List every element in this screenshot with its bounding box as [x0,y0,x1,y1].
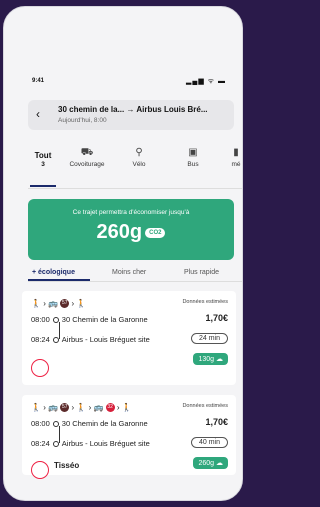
metro-icon: ▮ [233,147,239,158]
route-title: 30 chemin de la... → Airbus Louis Bré... [58,105,208,114]
departure-place: 30 Chemin de la Garonne [61,315,148,324]
line-badge-57: 57 [60,299,70,309]
tab-carpool-label: Covoiturage [69,161,105,168]
status-bar: 9:41 ▂▄▆ ᯤ ▬ [4,75,242,89]
tab-carpool[interactable]: ⛟ Covoiturage [64,147,110,168]
tab-bike-label: Vélo [132,161,146,168]
departure-dot-icon [52,421,59,428]
tab-bus-label: Bus [187,161,199,168]
arrival-place: Airbus - Louis Bréguet site [61,439,150,448]
tab-all[interactable]: Tout 3 [28,147,58,168]
departure-time: 08:00 [31,419,50,428]
signal-wifi-battery-icon: ▂▄▆ ᯤ ▬ [185,78,226,85]
route-header[interactable]: ‹ 30 chemin de la... → Airbus Louis Bré.… [28,100,234,130]
trip-modes: 🚶 › 🚌 57 › 🚶 [31,299,87,309]
line-badge-57: 57 [60,403,70,413]
bus-icon: 🚌 [93,403,104,412]
status-time: 9:41 [32,78,45,84]
tab-all-count: 3 [41,161,45,168]
duration-badge: 40 min [190,437,228,448]
bus-icon: 🚌 [48,299,59,308]
trip-card-1[interactable]: 🚶 › 🚌 57 › 🚶 Données estimées 1,70€ 08:0… [22,291,236,385]
sort-cheap[interactable]: Moins cher [112,269,146,276]
walk-icon: 🚶 [76,299,87,308]
co2-cloud-icon: CO2 [145,227,166,238]
arrival-time: 08:24 [31,439,50,448]
walk-icon: 🚶 [76,403,87,412]
estimate-label: Données estimées [182,299,228,305]
operator-logo-icon [31,461,49,479]
co2-amount: 260g CO2 [28,221,234,244]
tab-bus[interactable]: ▣ Bus [178,147,208,168]
phone-screen: 9:41 ▂▄▆ ᯤ ▬ ‹ 30 chemin de la... → Airb… [3,6,243,501]
bike-icon: ⚲ [135,147,143,158]
operator-logo-icon [31,359,49,377]
tab-selected-indicator [30,185,56,187]
bus-icon: ▣ [188,147,198,158]
trip-modes: 🚶 › 🚌 57 › 🚶 › 🚌 32 › 🚶 [31,403,132,413]
tab-all-title: Tout [34,151,52,160]
trip-price: 1,70€ [205,313,228,323]
mode-tabs: Tout 3 ⛟ Covoiturage ⚲ Vélo ▣ Bus ▮ mé [4,147,242,187]
tab-metro-label: mé [231,161,241,168]
sort-fast[interactable]: Plus rapide [184,269,219,276]
arrival-dot-icon [52,441,59,448]
banner-message: Ce trajet permettra d'économiser jusqu'à [72,209,190,216]
arrival-time: 08:24 [31,335,50,344]
departure-place: 30 Chemin de la Garonne [61,419,148,428]
tab-divider [28,188,242,189]
departure-row: 08:00 30 Chemin de la Garonne [31,419,148,428]
back-chevron-icon[interactable]: ‹ [36,107,40,121]
departure-row: 08:00 30 Chemin de la Garonne [31,315,148,324]
duration-badge: 24 min [190,333,228,344]
bus-icon: 🚌 [48,403,59,412]
arrival-row: 08:24 Airbus - Louis Bréguet site [31,335,150,344]
line-badge-32: 32 [105,403,115,413]
tab-metro[interactable]: ▮ mé [228,147,242,168]
sort-eco[interactable]: + écologique [32,269,75,276]
walk-icon: 🚶 [31,403,41,412]
route-subtitle: Aujourd'hui, 8:00 [58,117,107,124]
co2-savings-banner: Ce trajet permettra d'économiser jusqu'à… [28,199,234,260]
car-icon: ⛟ [80,147,94,158]
walk-icon: 🚶 [121,403,132,412]
operator-name: Tisséo [54,461,80,470]
co2-badge: 260g ☁ [193,457,228,469]
co2-amount-value: 260g [96,221,143,243]
trip-price: 1,70€ [205,417,228,427]
arrival-dot-icon [52,337,59,344]
walk-icon: 🚶 [31,299,41,308]
arrival-place: Airbus - Louis Bréguet site [61,335,150,344]
estimate-label: Données estimées [182,403,228,409]
departure-time: 08:00 [31,315,50,324]
arrival-row: 08:24 Airbus - Louis Bréguet site [31,439,150,448]
trip-card-2[interactable]: 🚶 › 🚌 57 › 🚶 › 🚌 32 › 🚶 Données estimées… [22,395,236,479]
departure-dot-icon [52,317,59,324]
tab-bike[interactable]: ⚲ Vélo [124,147,154,168]
co2-badge: 130g ☁ [193,353,228,365]
sort-divider [28,281,242,282]
